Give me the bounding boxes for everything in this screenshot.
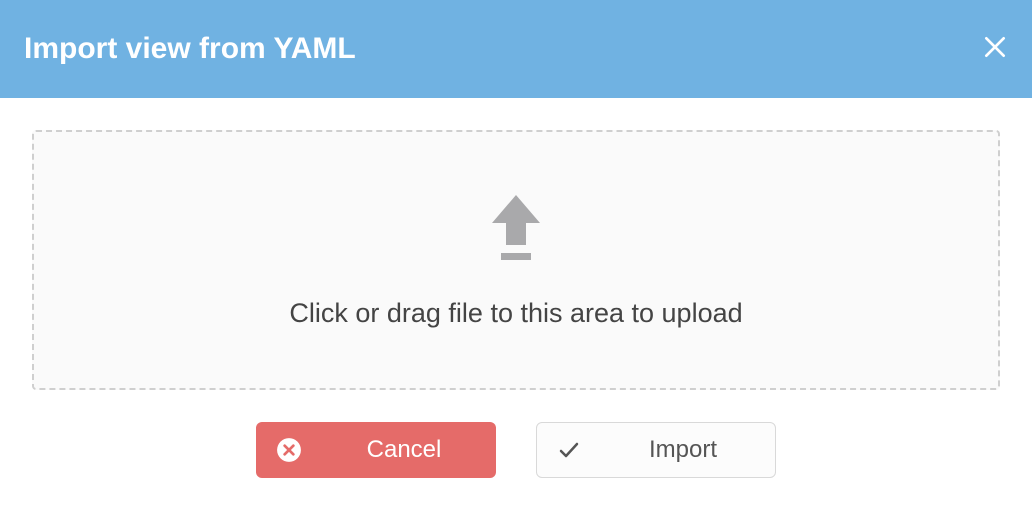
close-icon	[982, 34, 1008, 65]
modal-footer: Cancel Import	[256, 422, 776, 478]
modal-header: Import view from YAML	[0, 0, 1032, 98]
file-dropzone[interactable]: Click or drag file to this area to uploa…	[32, 130, 1000, 390]
import-yaml-modal: Import view from YAML Click or drag file…	[0, 0, 1032, 516]
dropzone-text: Click or drag file to this area to uploa…	[289, 298, 742, 329]
modal-body: Click or drag file to this area to uploa…	[0, 98, 1032, 516]
cancel-button[interactable]: Cancel	[256, 422, 496, 478]
cancel-icon	[276, 437, 302, 463]
modal-title: Import view from YAML	[24, 32, 356, 66]
upload-icon	[482, 191, 550, 270]
cancel-button-label: Cancel	[332, 436, 476, 464]
close-button[interactable]	[982, 34, 1008, 65]
check-icon	[557, 438, 581, 462]
import-button[interactable]: Import	[536, 422, 776, 478]
import-button-label: Import	[611, 436, 755, 464]
